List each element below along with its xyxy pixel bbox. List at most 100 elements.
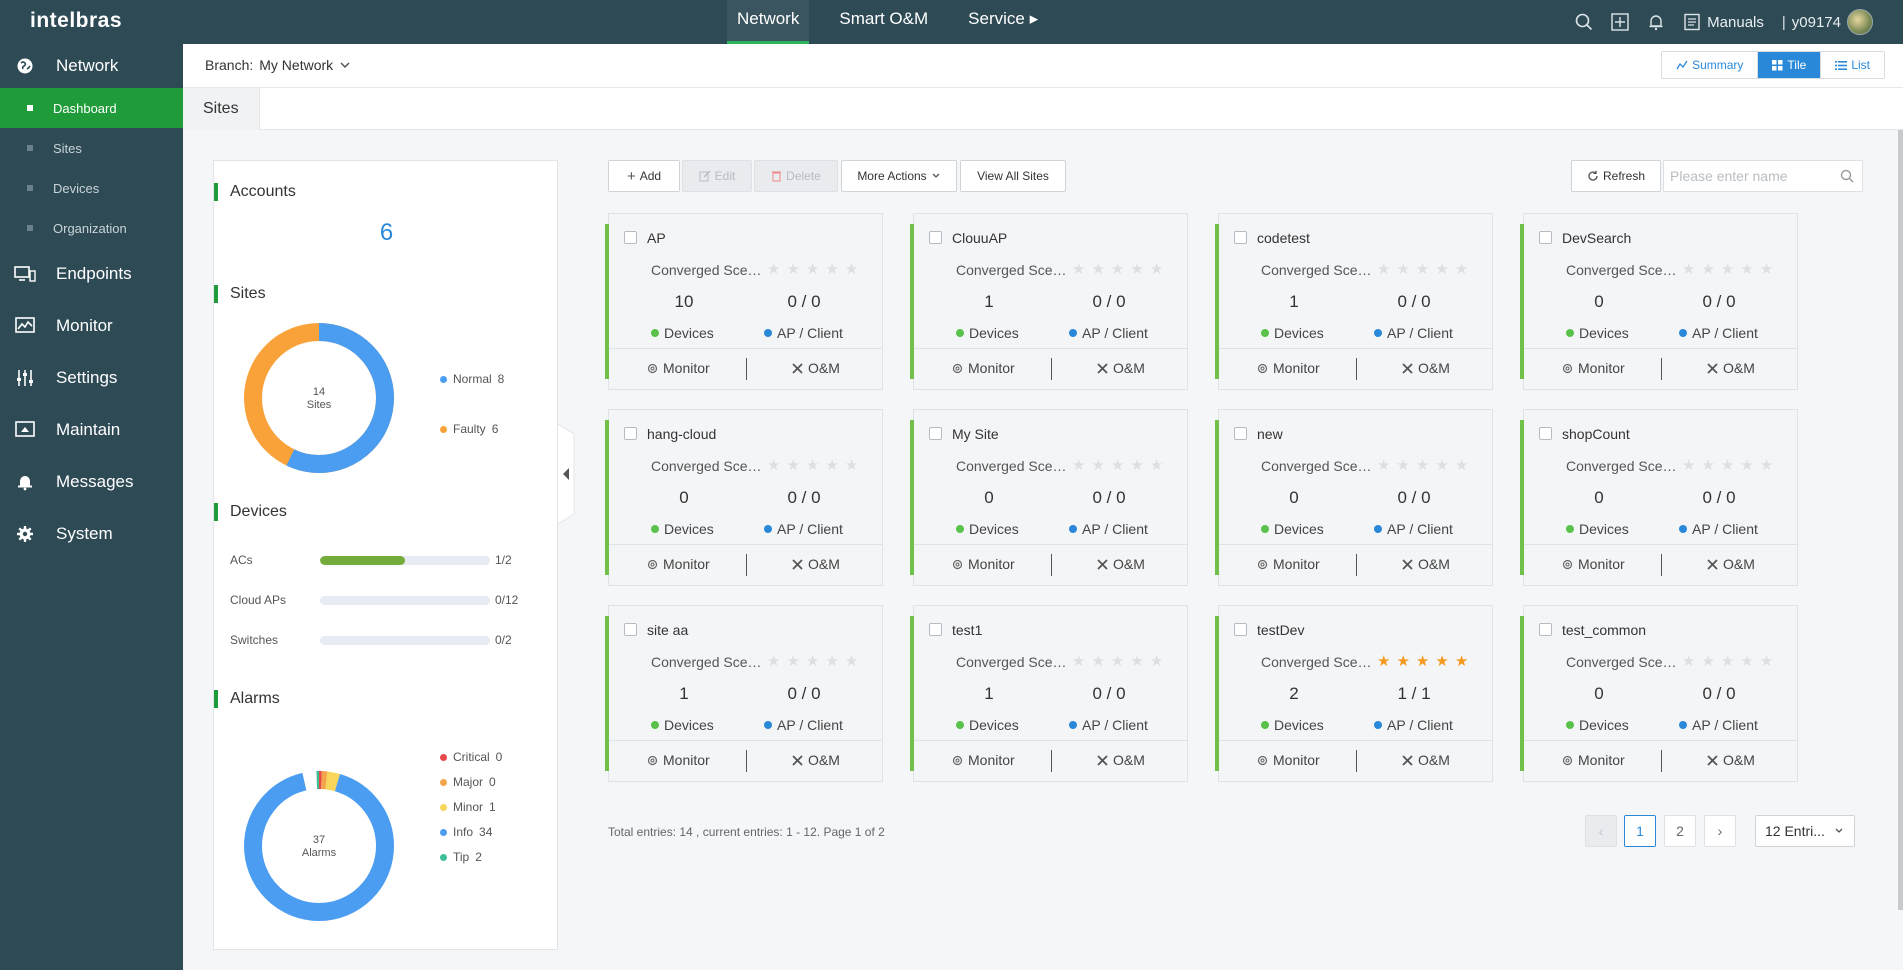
- om-button[interactable]: O&M: [1096, 556, 1145, 572]
- sidebar-item-monitor[interactable]: Monitor: [0, 304, 183, 348]
- star-icon[interactable]: ★: [1377, 652, 1390, 670]
- sidebar-item-network[interactable]: Network: [0, 44, 183, 88]
- star-icon[interactable]: ★: [1091, 652, 1104, 670]
- topnav-service[interactable]: Service ▸: [958, 0, 1048, 44]
- site-card[interactable]: test1Converged Scenario★★★★★10 / 0Device…: [910, 605, 1188, 782]
- star-icon[interactable]: ★: [1396, 456, 1409, 474]
- ap-client-count[interactable]: 0 / 0: [1064, 488, 1154, 508]
- monitor-button[interactable]: Monitor: [1561, 360, 1625, 376]
- star-icon[interactable]: ★: [786, 260, 799, 278]
- device-count[interactable]: 1: [944, 684, 1034, 704]
- star-icon[interactable]: ★: [1455, 260, 1468, 278]
- site-checkbox[interactable]: [1539, 427, 1552, 440]
- star-icon[interactable]: ★: [1760, 260, 1773, 278]
- site-checkbox[interactable]: [624, 623, 637, 636]
- sidebar-item-maintain[interactable]: Maintain: [0, 408, 183, 452]
- site-name[interactable]: shopCount: [1562, 426, 1630, 442]
- site-name[interactable]: new: [1257, 426, 1283, 442]
- site-checkbox[interactable]: [1234, 427, 1247, 440]
- sidebar-sub-organization[interactable]: Organization: [0, 208, 183, 248]
- device-count[interactable]: 0: [1554, 292, 1644, 312]
- entries-per-page-select[interactable]: 12 Entri...: [1755, 815, 1855, 847]
- tab-sites[interactable]: Sites: [183, 88, 260, 130]
- star-icon[interactable]: ★: [1740, 260, 1753, 278]
- bell-icon[interactable]: [1647, 13, 1665, 31]
- view-list-button[interactable]: List: [1820, 52, 1884, 78]
- alarm-arc-info[interactable]: [244, 771, 394, 921]
- sidebar-sub-devices[interactable]: Devices: [0, 168, 183, 208]
- prev-page-button[interactable]: ‹: [1585, 815, 1617, 847]
- monitor-button[interactable]: Monitor: [951, 360, 1015, 376]
- star-icon[interactable]: ★: [1455, 652, 1468, 670]
- star-icon[interactable]: ★: [1111, 260, 1124, 278]
- scrollbar[interactable]: [1898, 130, 1903, 910]
- star-icon[interactable]: ★: [1377, 456, 1390, 474]
- view-tile-button[interactable]: Tile: [1757, 52, 1821, 78]
- edit-button[interactable]: Edit: [682, 160, 752, 192]
- monitor-button[interactable]: Monitor: [1256, 360, 1320, 376]
- branch-selector[interactable]: Branch: My Network: [205, 57, 351, 73]
- delete-button[interactable]: Delete: [754, 160, 838, 192]
- star-icon[interactable]: ★: [1072, 456, 1085, 474]
- om-button[interactable]: O&M: [1706, 360, 1755, 376]
- accounts-count[interactable]: 6: [214, 219, 559, 247]
- topnav-network[interactable]: Network: [727, 0, 810, 44]
- site-name[interactable]: site aa: [647, 622, 688, 638]
- sidebar-item-endpoints[interactable]: Endpoints: [0, 252, 183, 296]
- monitor-button[interactable]: Monitor: [1561, 752, 1625, 768]
- om-button[interactable]: O&M: [1401, 360, 1450, 376]
- star-icon[interactable]: ★: [806, 456, 819, 474]
- site-card[interactable]: hang-cloudConverged Scenario★★★★★00 / 0D…: [605, 409, 883, 586]
- search-icon[interactable]: [1575, 13, 1593, 31]
- site-card[interactable]: testDevConverged Scenario★★★★★21 / 1Devi…: [1215, 605, 1493, 782]
- om-button[interactable]: O&M: [791, 556, 840, 572]
- device-count[interactable]: 0: [1249, 488, 1339, 508]
- star-icon[interactable]: ★: [1150, 456, 1163, 474]
- sites-donut-chart[interactable]: 14 Sites: [244, 323, 394, 473]
- site-card[interactable]: DevSearchConverged Scenario★★★★★00 / 0De…: [1520, 213, 1798, 390]
- star-icon[interactable]: ★: [1682, 652, 1695, 670]
- star-icon[interactable]: ★: [1721, 456, 1734, 474]
- site-name[interactable]: My Site: [952, 426, 999, 442]
- star-icon[interactable]: ★: [806, 652, 819, 670]
- star-icon[interactable]: ★: [1740, 652, 1753, 670]
- star-icon[interactable]: ★: [825, 652, 838, 670]
- star-icon[interactable]: ★: [1435, 652, 1448, 670]
- site-checkbox[interactable]: [929, 231, 942, 244]
- ap-client-count[interactable]: 0 / 0: [1674, 292, 1764, 312]
- star-icon[interactable]: ★: [806, 260, 819, 278]
- om-button[interactable]: O&M: [1096, 360, 1145, 376]
- site-card[interactable]: My SiteConverged Scenario★★★★★00 / 0Devi…: [910, 409, 1188, 586]
- device-count[interactable]: 2: [1249, 684, 1339, 704]
- site-checkbox[interactable]: [1234, 623, 1247, 636]
- monitor-button[interactable]: Monitor: [1256, 556, 1320, 572]
- om-button[interactable]: O&M: [1401, 556, 1450, 572]
- monitor-button[interactable]: Monitor: [646, 752, 710, 768]
- sidebar-item-messages[interactable]: Messages: [0, 460, 183, 504]
- star-icon[interactable]: ★: [1396, 652, 1409, 670]
- sidebar-item-settings[interactable]: Settings: [0, 356, 183, 400]
- device-count[interactable]: 0: [639, 488, 729, 508]
- device-count[interactable]: 1: [639, 684, 729, 704]
- star-icon[interactable]: ★: [1150, 260, 1163, 278]
- star-icon[interactable]: ★: [1740, 456, 1753, 474]
- star-icon[interactable]: ★: [1091, 456, 1104, 474]
- site-checkbox[interactable]: [929, 427, 942, 440]
- search-input[interactable]: [1664, 161, 1824, 191]
- ap-client-count[interactable]: 0 / 0: [1064, 684, 1154, 704]
- site-checkbox[interactable]: [624, 231, 637, 244]
- site-card[interactable]: codetestConverged Scenario★★★★★10 / 0Dev…: [1215, 213, 1493, 390]
- site-checkbox[interactable]: [929, 623, 942, 636]
- star-icon[interactable]: ★: [1111, 456, 1124, 474]
- view-summary-button[interactable]: Summary: [1662, 52, 1758, 78]
- device-count[interactable]: 0: [1554, 488, 1644, 508]
- star-icon[interactable]: ★: [1701, 456, 1714, 474]
- device-count[interactable]: 10: [639, 292, 729, 312]
- star-icon[interactable]: ★: [1682, 456, 1695, 474]
- device-count[interactable]: 0: [1554, 684, 1644, 704]
- star-icon[interactable]: ★: [1721, 260, 1734, 278]
- site-card[interactable]: APConverged Scenario★★★★★100 / 0DevicesA…: [605, 213, 883, 390]
- site-card[interactable]: ClouuAPConverged Scenario★★★★★10 / 0Devi…: [910, 213, 1188, 390]
- om-button[interactable]: O&M: [1706, 556, 1755, 572]
- star-icon[interactable]: ★: [1435, 456, 1448, 474]
